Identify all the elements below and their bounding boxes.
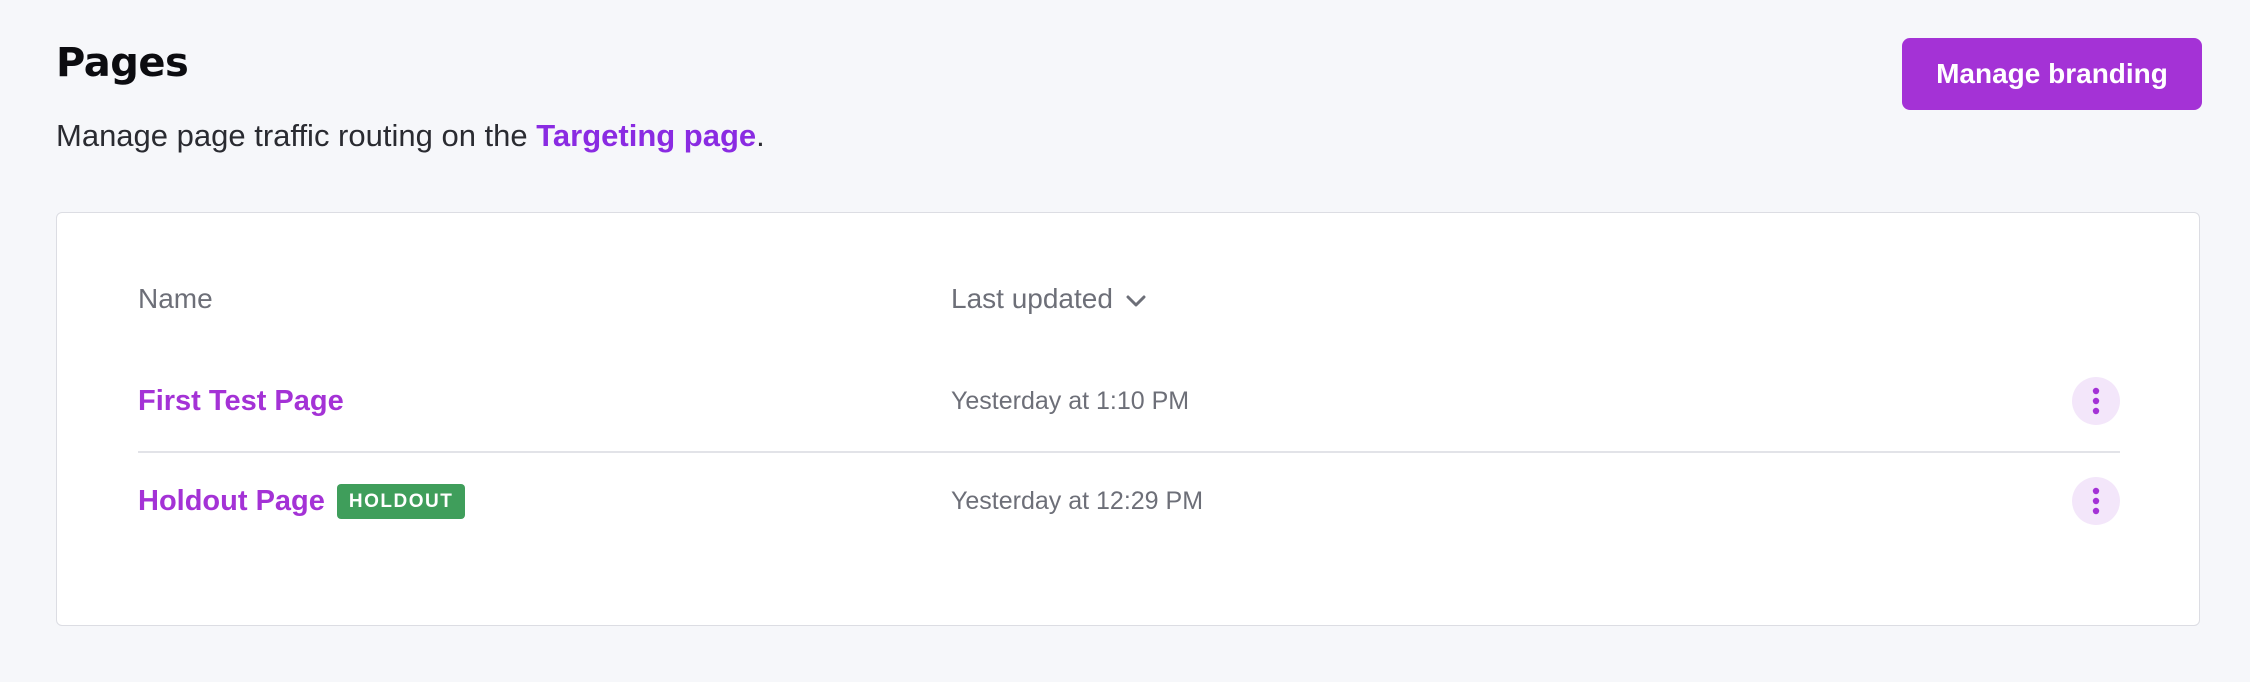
targeting-page-link[interactable]: Targeting page bbox=[536, 118, 756, 153]
cell-name: First Test Page bbox=[138, 353, 344, 449]
page-title: Pages bbox=[56, 40, 189, 86]
column-header-name: Name bbox=[138, 283, 213, 314]
table-header: Name Last updated bbox=[138, 213, 2120, 353]
page-name-link[interactable]: First Test Page bbox=[138, 385, 344, 418]
subtitle-text: Manage page traffic routing on the bbox=[56, 118, 537, 153]
table-row: Holdout Page HOLDOUT Yesterday at 12:29 … bbox=[138, 453, 2120, 551]
more-vertical-icon bbox=[2091, 487, 2101, 515]
chevron-down-icon bbox=[1125, 283, 1147, 315]
page-name-link[interactable]: Holdout Page bbox=[138, 485, 325, 518]
page-header: Pages Manage page traffic routing on the… bbox=[56, 38, 2202, 180]
table-row: First Test Page Yesterday at 1:10 PM bbox=[138, 353, 2120, 453]
subtitle-period: . bbox=[756, 118, 765, 153]
row-actions-button[interactable] bbox=[2072, 477, 2120, 525]
pages-card: Name Last updated First Test Page Yester… bbox=[56, 212, 2200, 626]
row-actions-button[interactable] bbox=[2072, 377, 2120, 425]
column-header-last-updated-label: Last updated bbox=[951, 283, 1113, 314]
column-header-last-updated[interactable]: Last updated bbox=[951, 283, 1147, 315]
holdout-badge: HOLDOUT bbox=[336, 483, 466, 519]
cell-last-updated: Yesterday at 1:10 PM bbox=[951, 386, 1190, 415]
manage-branding-button[interactable]: Manage branding bbox=[1902, 38, 2202, 110]
pages-table: Name Last updated First Test Page Yester… bbox=[138, 213, 2120, 551]
page-subtitle: Manage page traffic routing on the Targe… bbox=[56, 118, 765, 154]
cell-name: Holdout Page HOLDOUT bbox=[138, 453, 466, 549]
cell-last-updated: Yesterday at 12:29 PM bbox=[951, 486, 1204, 515]
more-vertical-icon bbox=[2091, 387, 2101, 415]
